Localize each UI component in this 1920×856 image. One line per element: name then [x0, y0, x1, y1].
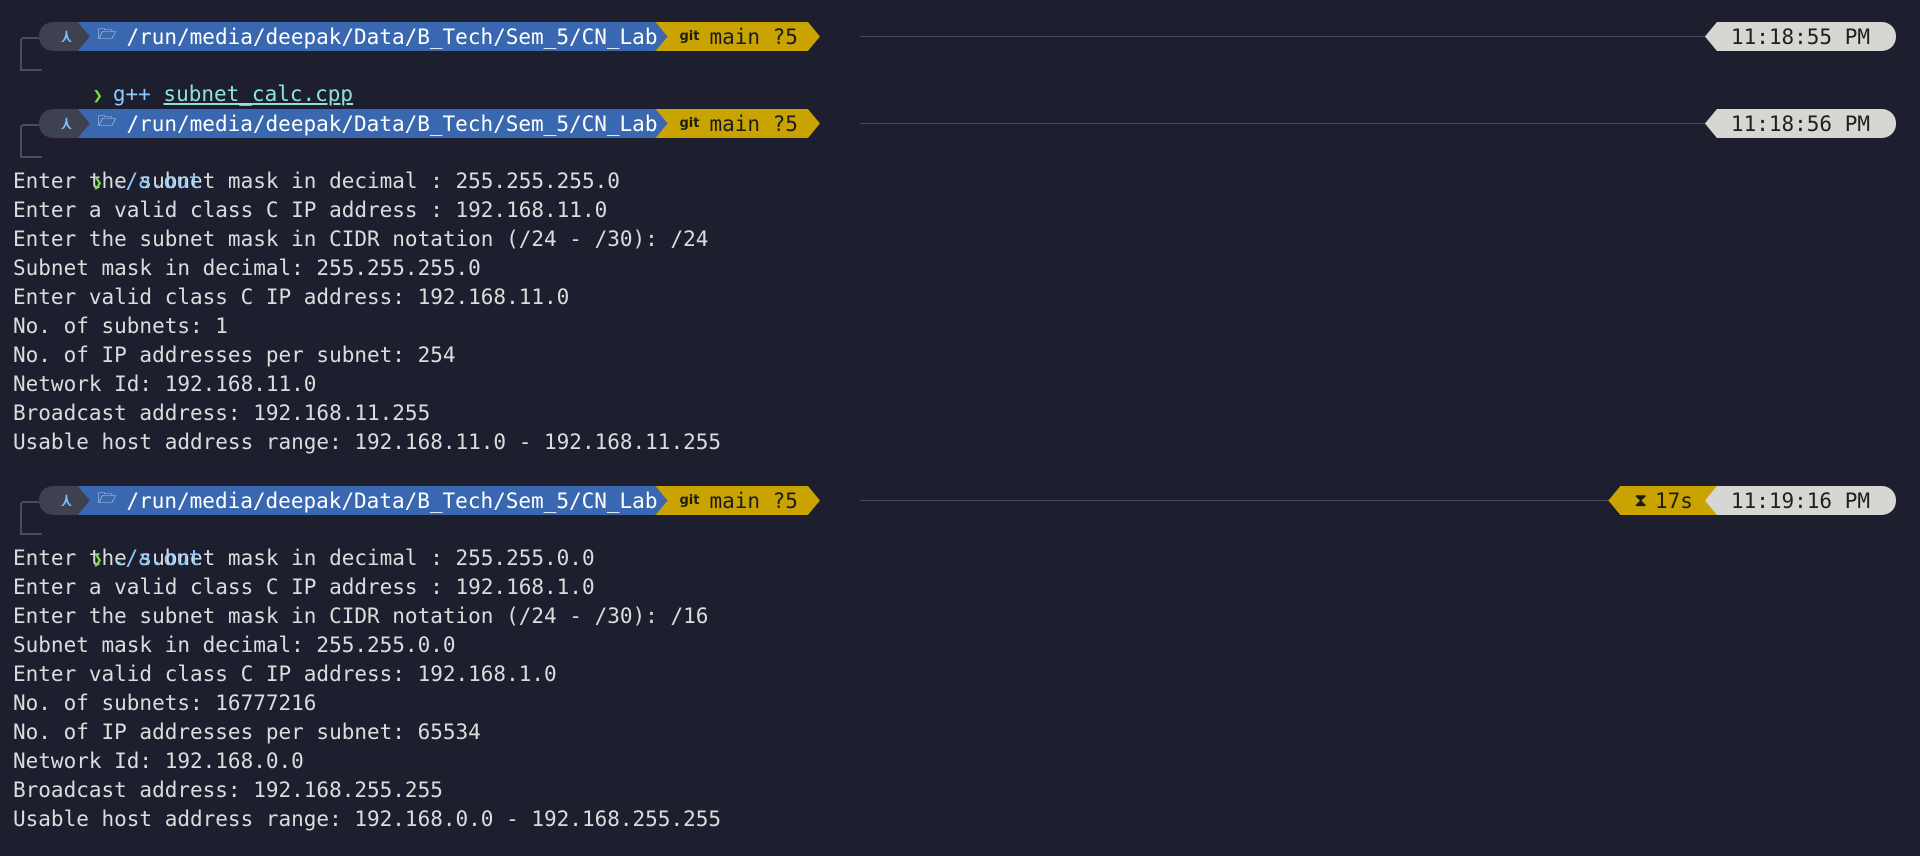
prompt-rule — [860, 36, 1710, 37]
prompt-line: ⋏ 🗁 /run/media/deepak/Data/B_Tech/Sem_5/C… — [0, 486, 1920, 535]
command-text: g++ — [112, 82, 151, 106]
output-line: Enter the subnet mask in decimal : 255.2… — [13, 169, 620, 193]
folder-icon: 🗁 — [97, 112, 117, 130]
time-text: 11:18:55 PM — [1730, 24, 1870, 49]
output-line: Network Id: 192.168.0.0 — [13, 749, 304, 773]
output-line: Enter valid class C IP address: 192.168.… — [13, 662, 557, 686]
arch-icon: ⋏ — [61, 113, 72, 134]
output-line: Enter a valid class C IP address : 192.1… — [13, 575, 595, 599]
duration-text: 17s — [1654, 488, 1693, 513]
output-line: No. of IP addresses per subnet: 65534 — [13, 720, 481, 744]
prompt-left-segments: ⋏ 🗁 /run/media/deepak/Data/B_Tech/Sem_5/C… — [39, 109, 820, 138]
command-line: ❯ g++ subnet_calc.cpp — [0, 51, 1920, 106]
output-line: No. of IP addresses per subnet: 254 — [13, 343, 456, 367]
output-line: Enter valid class C IP address: 192.168.… — [13, 285, 570, 309]
duration-segment: ⧗ 17s — [1608, 486, 1717, 515]
prompt-chevron-icon: ❯ — [92, 550, 103, 570]
output-line: Subnet mask in decimal: 255.255.0.0 — [13, 633, 456, 657]
prompt-right-segments: 11:18:55 PM — [1704, 22, 1896, 51]
prompt-block: ⋏ 🗁 /run/media/deepak/Data/B_Tech/Sem_5/C… — [0, 486, 1920, 834]
prompt-rule — [860, 500, 1610, 501]
output-line: Subnet mask in decimal: 255.255.255.0 — [13, 256, 481, 280]
arch-icon: ⋏ — [61, 26, 72, 47]
prompt-right-segments: 11:18:56 PM — [1704, 109, 1896, 138]
prompt-line: ⋏ 🗁 /run/media/deepak/Data/B_Tech/Sem_5/C… — [0, 109, 1920, 158]
command-line: ❯ ./a.out — [0, 515, 1920, 570]
command-argument[interactable]: subnet_calc.cpp — [163, 82, 353, 106]
output-line: Enter a valid class C IP address : 192.1… — [13, 198, 608, 222]
output-line: Enter the subnet mask in CIDR notation (… — [13, 604, 709, 628]
output-line: Network Id: 192.168.11.0 — [13, 372, 317, 396]
time-text: 11:18:56 PM — [1730, 111, 1870, 136]
command-text: ./a.out — [112, 169, 202, 193]
git-status: main ?5 — [709, 111, 798, 136]
hourglass-icon: ⧗ — [1634, 490, 1647, 511]
git-segment: git main ?5 — [655, 109, 820, 138]
path-segment: 🗁 /run/media/deepak/Data/B_Tech/Sem_5/CN_… — [78, 22, 668, 51]
prompt-block: ⋏ 🗁 /run/media/deepak/Data/B_Tech/Sem_5/C… — [0, 109, 1920, 457]
git-status: main ?5 — [709, 24, 798, 49]
output-line: Broadcast address: 192.168.11.255 — [13, 401, 431, 425]
time-segment: 11:19:16 PM — [1704, 486, 1896, 515]
output-line: Enter the subnet mask in decimal : 255.2… — [13, 546, 595, 570]
git-segment: git main ?5 — [655, 22, 820, 51]
output-line: Broadcast address: 192.168.255.255 — [13, 778, 443, 802]
prompt-line: ⋏ 🗁 /run/media/deepak/Data/B_Tech/Sem_5/C… — [0, 22, 1920, 71]
output-line: Usable host address range: 192.168.11.0 … — [13, 430, 722, 454]
command-line: ❯ ./a.out — [0, 138, 1920, 193]
prompt-block: ⋏ 🗁 /run/media/deepak/Data/B_Tech/Sem_5/C… — [0, 22, 1920, 106]
prompt-left-segments: ⋏ 🗁 /run/media/deepak/Data/B_Tech/Sem_5/C… — [39, 22, 820, 51]
prompt-rule — [860, 123, 1710, 124]
path-text: /run/media/deepak/Data/B_Tech/Sem_5/CN_L… — [126, 111, 658, 136]
prompt-chevron-icon: ❯ — [92, 86, 103, 106]
command-output: Enter the subnet mask in decimal : 255.2… — [0, 544, 1920, 834]
time-segment: 11:18:55 PM — [1704, 22, 1896, 51]
path-segment: 🗁 /run/media/deepak/Data/B_Tech/Sem_5/CN_… — [78, 486, 668, 515]
output-line: No. of subnets: 16777216 — [13, 691, 317, 715]
time-segment: 11:18:56 PM — [1704, 109, 1896, 138]
command-text: ./a.out — [112, 546, 202, 570]
arch-icon: ⋏ — [61, 490, 72, 511]
git-segment: git main ?5 — [655, 486, 820, 515]
path-segment: 🗁 /run/media/deepak/Data/B_Tech/Sem_5/CN_… — [78, 109, 668, 138]
prompt-left-segments: ⋏ 🗁 /run/media/deepak/Data/B_Tech/Sem_5/C… — [39, 486, 820, 515]
folder-icon: 🗁 — [97, 25, 117, 43]
path-text: /run/media/deepak/Data/B_Tech/Sem_5/CN_L… — [126, 24, 658, 49]
output-line: Enter the subnet mask in CIDR notation (… — [13, 227, 709, 251]
time-text: 11:19:16 PM — [1730, 488, 1870, 513]
folder-icon: 🗁 — [97, 489, 117, 507]
prompt-right-segments: ⧗ 17s 11:19:16 PM — [1608, 486, 1896, 515]
path-text: /run/media/deepak/Data/B_Tech/Sem_5/CN_L… — [126, 488, 658, 513]
git-status: main ?5 — [709, 488, 798, 513]
prompt-chevron-icon: ❯ — [92, 173, 103, 193]
output-line: No. of subnets: 1 — [13, 314, 228, 338]
git-icon: git — [679, 29, 700, 44]
git-icon: git — [679, 493, 700, 508]
output-line: Usable host address range: 192.168.0.0 -… — [13, 807, 722, 831]
git-icon: git — [679, 116, 700, 131]
command-output: Enter the subnet mask in decimal : 255.2… — [0, 167, 1920, 457]
